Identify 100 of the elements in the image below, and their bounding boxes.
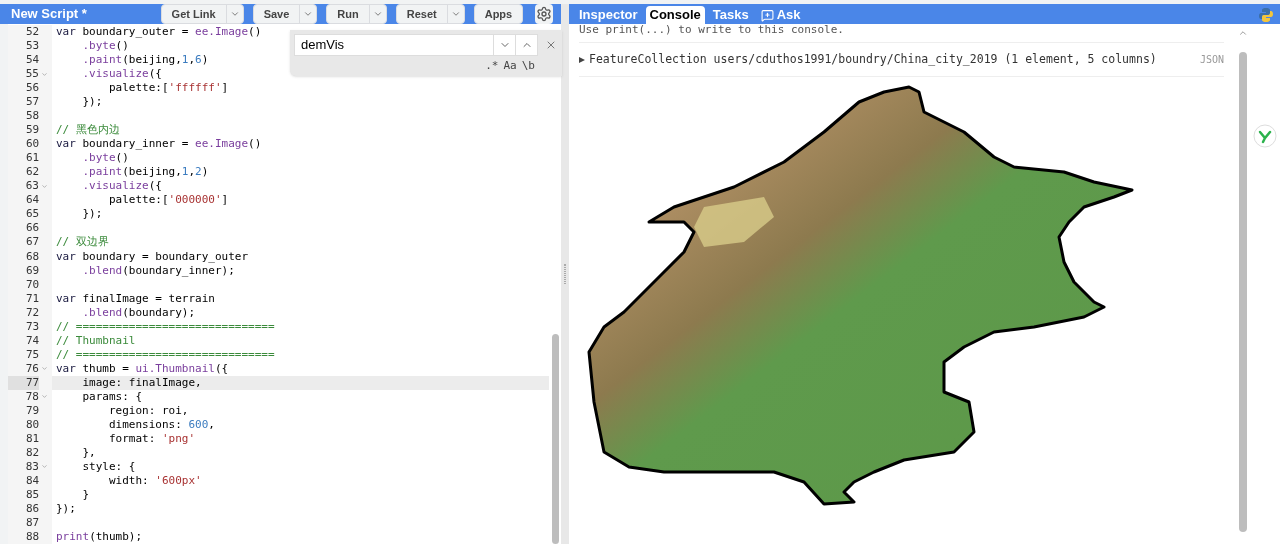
line-number: 69 (24, 263, 40, 278)
code-line: style: { (81, 459, 136, 474)
fold-caret-icon[interactable] (41, 463, 48, 471)
line-number: 57 (24, 95, 40, 110)
line-number: 76 (24, 361, 39, 376)
caret-icon (303, 9, 314, 19)
line-number: 74 (24, 333, 40, 348)
line-number: 86 (24, 502, 40, 517)
chat-icon (760, 8, 774, 22)
line-number: 88 (24, 530, 40, 544)
panel-tab[interactable]: Ask (756, 6, 805, 24)
caret-icon (450, 9, 461, 19)
panel-tab[interactable]: Tasks (708, 6, 753, 24)
code-line: width: '600px' (107, 474, 202, 489)
line-number: 87 (24, 516, 40, 531)
search-option-toggle[interactable]: Aa (502, 58, 518, 75)
code-line: }, (81, 445, 96, 460)
panel-tab[interactable]: Console (645, 6, 705, 24)
code-line: // ============================== (55, 347, 275, 362)
code-line: .visualize({ (81, 67, 162, 82)
fold-caret-icon[interactable] (41, 182, 48, 190)
line-number: 61 (24, 151, 40, 166)
close-icon (545, 39, 557, 51)
line-number: 64 (24, 193, 40, 208)
code-line: var boundary_inner = ee.Image() (55, 137, 262, 152)
code-line: .byte() (81, 39, 129, 54)
code-line: dimensions: 600, (107, 417, 215, 432)
code-line: params: { (81, 389, 143, 404)
line-number: 70 (24, 277, 40, 292)
code-line: .paint(beijing,1,6) (81, 53, 209, 68)
console-hint: Use print(...) to write to this console. (579, 24, 845, 36)
code-line: var thumb = ui.Thumbnail({ (55, 361, 229, 376)
line-number: 60 (24, 137, 40, 152)
search-option-toggle[interactable]: \b (520, 58, 536, 75)
code-line: var finalImage = terrain (55, 291, 215, 306)
code-line: var boundary = boundary_outer (55, 249, 249, 264)
code-line: // 黑色内边 (55, 123, 120, 138)
scrollbar-thumb[interactable] (551, 334, 559, 544)
toolbar-button[interactable]: Apps (474, 5, 523, 23)
code-line: palette:['000000'] (107, 193, 229, 208)
code-line: // 双边界 (55, 235, 109, 250)
fold-caret-icon[interactable] (41, 70, 48, 78)
code-line: }); (81, 95, 103, 110)
code-line: // ============================== (55, 319, 275, 334)
line-number: 82 (24, 445, 40, 460)
line-number: 80 (24, 417, 40, 432)
line-number: 73 (24, 319, 40, 334)
scroll-up-icon[interactable] (1238, 28, 1248, 38)
line-number: 68 (24, 249, 40, 264)
code-line: }); (55, 502, 76, 517)
line-number: 79 (24, 403, 40, 418)
fold-caret-icon[interactable] (41, 365, 48, 373)
settings-button[interactable] (535, 4, 553, 24)
line-number: 83 (24, 460, 39, 474)
caret-icon (229, 9, 240, 19)
code-line: region: roi, (107, 403, 189, 418)
line-number: 63 (24, 179, 39, 194)
line-number: 53 (24, 39, 40, 54)
panel-tab[interactable]: Inspector (575, 6, 642, 24)
code-line: .blend(boundary_inner); (81, 263, 235, 278)
line-number: 81 (24, 431, 40, 446)
search-field[interactable]: demVis (294, 34, 538, 56)
search-input[interactable]: demVis (295, 35, 493, 55)
code-line: } (81, 488, 90, 503)
script-title: New Script * (11, 6, 88, 22)
settings-icon (536, 6, 553, 22)
code-line: var boundary_outer = ee.Image() (55, 25, 262, 40)
console-entry[interactable]: FeatureCollection users/cduthos1991/boundry/China_city_2019 (1 element, 5 columns) (589, 50, 1157, 69)
line-number: 58 (24, 109, 40, 124)
search-option-toggle[interactable]: .* (484, 58, 500, 75)
caret-icon (372, 9, 383, 19)
line-number: 75 (24, 347, 40, 362)
code-line: print(thumb); (55, 530, 143, 544)
line-number: 52 (24, 25, 40, 39)
line-number: 65 (24, 207, 40, 222)
line-number: 78 (24, 389, 39, 404)
code-line: palette:['ffffff'] (107, 81, 229, 96)
line-number: 55 (24, 67, 39, 82)
line-number: 62 (24, 165, 40, 180)
code-line: .byte() (81, 151, 129, 166)
code-line: .blend(boundary); (81, 305, 196, 320)
line-number: 84 (24, 474, 40, 488)
line-number: 59 (24, 123, 40, 138)
code-line: image: finalImage, (81, 375, 202, 390)
code-line: }); (81, 207, 103, 222)
line-number: 67 (24, 235, 40, 250)
code-line: .paint(beijing,1,2) (81, 165, 209, 180)
code-line: format: 'png' (107, 431, 196, 446)
line-number: 66 (24, 221, 40, 236)
line-number: 56 (24, 81, 40, 96)
line-number: 54 (24, 53, 40, 68)
line-number: 72 (24, 305, 40, 320)
check-badge-icon[interactable] (1253, 124, 1277, 148)
expand-triangle-icon[interactable] (579, 56, 585, 63)
line-number: 85 (24, 488, 40, 503)
code-line: // Thumbnail (55, 333, 136, 348)
code-line: .visualize({ (81, 179, 162, 194)
scrollbar-thumb[interactable] (1239, 52, 1247, 532)
fold-caret-icon[interactable] (41, 393, 48, 401)
logo-icon (1258, 7, 1274, 23)
